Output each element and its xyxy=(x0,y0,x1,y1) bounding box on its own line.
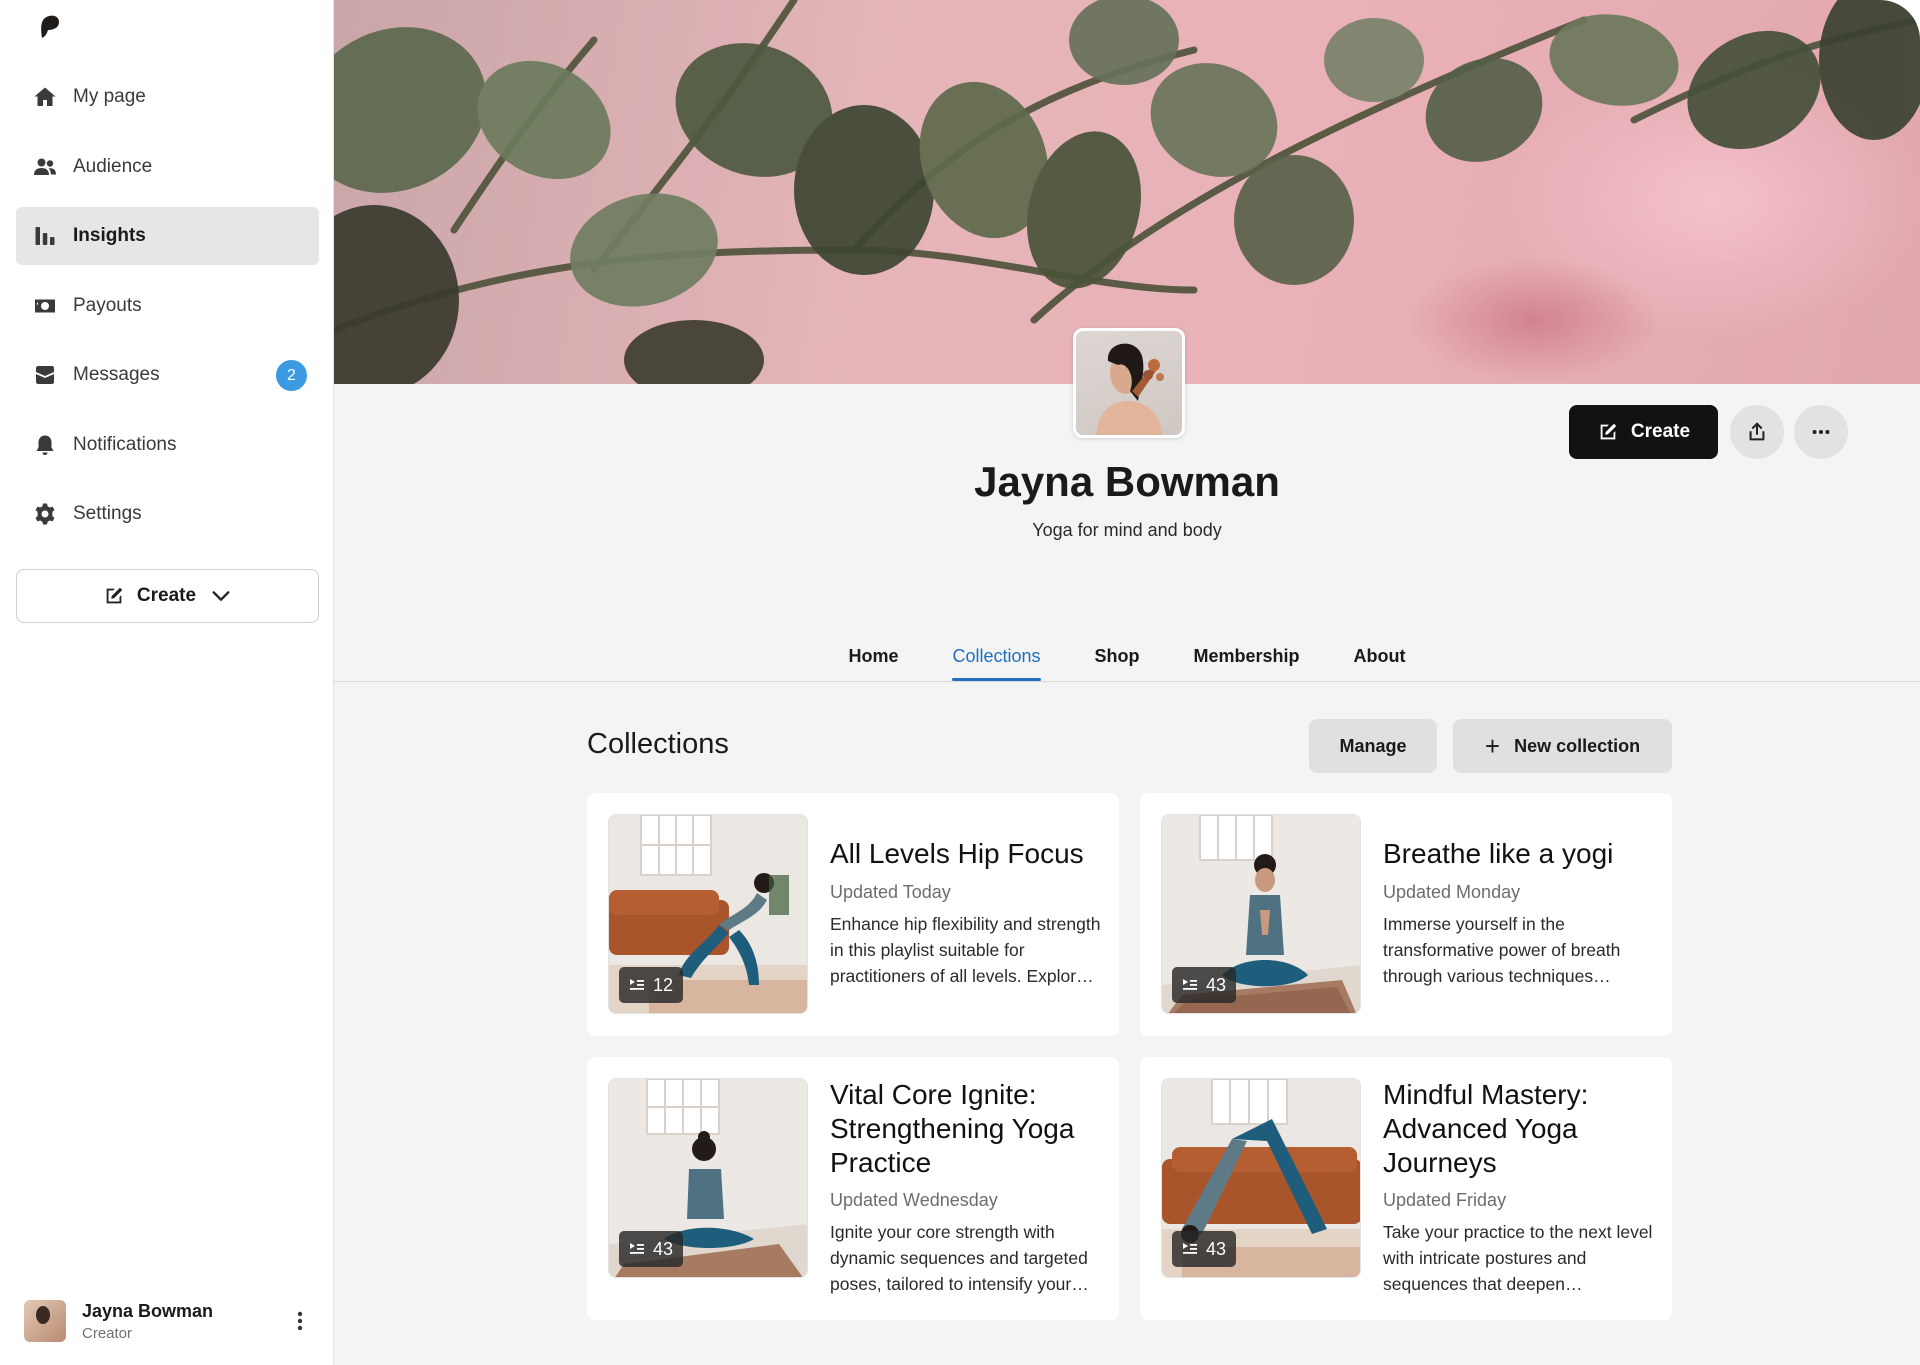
collection-description: Immerse yourself in the transformative p… xyxy=(1383,914,1621,986)
sidebar: My page Audience Insights Payouts Messag… xyxy=(0,0,334,1365)
playlist-icon xyxy=(630,979,644,990)
people-icon xyxy=(32,154,58,180)
collection-updated: Updated Today xyxy=(830,882,951,902)
create-post-button[interactable]: Create xyxy=(1569,405,1718,459)
edit-icon xyxy=(1600,423,1617,440)
edit-icon xyxy=(106,587,123,604)
user-name: Jayna Bowman xyxy=(82,1300,214,1321)
inbox-icon xyxy=(32,362,58,388)
main-content: Create Jayna Bowman Yoga for mind and bo… xyxy=(334,0,1920,1365)
collection-updated: Updated Friday xyxy=(1383,1190,1507,1210)
collection-description: Enhance hip flexibility and strength in … xyxy=(830,914,1101,986)
tab-membership[interactable]: Membership xyxy=(1194,630,1300,680)
collection-thumbnail: 43 xyxy=(1161,1078,1361,1278)
collection-updated: Updated Wednesday xyxy=(830,1190,998,1210)
collection-thumbnail: 43 xyxy=(608,1078,808,1278)
tab-shop[interactable]: Shop xyxy=(1095,630,1140,680)
sidebar-create-button[interactable]: Create xyxy=(16,569,319,623)
profile-tabs: Home Collections Shop Membership About xyxy=(334,630,1920,682)
collection-title: Vital Core Ignite: Strengthening Yoga Pr… xyxy=(830,1079,1075,1178)
sidebar-item-label: Notifications xyxy=(73,433,177,455)
sidebar-item-settings[interactable]: Settings xyxy=(16,485,319,543)
more-vertical-icon[interactable] xyxy=(286,1306,314,1336)
playlist-icon xyxy=(1183,979,1197,990)
sidebar-item-notifications[interactable]: Notifications xyxy=(16,416,319,474)
sidebar-item-label: Insights xyxy=(73,225,146,246)
item-count: 43 xyxy=(1206,1238,1227,1259)
sidebar-create-label: Create xyxy=(136,585,197,606)
home-icon xyxy=(32,84,58,110)
playlist-icon xyxy=(1183,1243,1197,1254)
sidebar-item-label: Messages xyxy=(73,364,160,385)
collection-title: Mindful Mastery: Advanced Yoga Journeys xyxy=(1383,1079,1589,1178)
share-icon xyxy=(1749,422,1765,441)
collection-card[interactable]: 12 All Levels Hip Focus Updated Today En… xyxy=(587,793,1119,1036)
item-count: 43 xyxy=(653,1238,674,1259)
more-options-button[interactable] xyxy=(1794,405,1848,459)
collection-card[interactable]: 43 Breathe like a yogi Updated Monday Im… xyxy=(1140,793,1672,1036)
sidebar-item-messages[interactable]: Messages 2 xyxy=(16,346,319,404)
sidebar-item-label: Audience xyxy=(73,155,153,177)
tab-home[interactable]: Home xyxy=(848,630,898,680)
collection-thumbnail: 12 xyxy=(608,814,808,1014)
sidebar-item-payouts[interactable]: Payouts xyxy=(16,277,319,335)
item-count-badge: 43 xyxy=(1172,967,1237,1003)
tab-collections[interactable]: Collections xyxy=(952,630,1041,681)
profile-avatar[interactable] xyxy=(1073,328,1185,438)
sidebar-item-label: Settings xyxy=(73,503,142,524)
account-switcher[interactable]: Jayna Bowman Creator xyxy=(24,1298,314,1344)
share-button[interactable] xyxy=(1730,405,1784,459)
manage-button[interactable]: Manage xyxy=(1309,719,1437,773)
bell-icon xyxy=(32,432,58,458)
tab-about[interactable]: About xyxy=(1354,630,1406,680)
item-count-badge: 43 xyxy=(1172,1231,1237,1267)
plus-icon: + xyxy=(1484,731,1501,761)
logo-icon[interactable] xyxy=(36,12,64,40)
collection-title: All Levels Hip Focus xyxy=(830,838,1084,869)
page-title: Jayna Bowman xyxy=(974,458,1280,505)
collection-title: Breathe like a yogi xyxy=(1383,838,1614,869)
bar-chart-icon xyxy=(32,223,58,249)
unread-badge: 2 xyxy=(276,360,307,391)
collection-updated: Updated Monday xyxy=(1383,882,1521,902)
playlist-icon xyxy=(630,1243,644,1254)
user-role: Creator xyxy=(82,1324,133,1342)
new-collection-button[interactable]: + New collection xyxy=(1453,719,1672,773)
collection-card[interactable]: 43 Mindful Mastery: Advanced Yoga Journe… xyxy=(1140,1057,1672,1320)
item-count: 43 xyxy=(1206,974,1227,995)
more-horizontal-icon xyxy=(1812,429,1830,435)
sidebar-item-insights[interactable]: Insights xyxy=(16,207,319,265)
profile-tagline: Yoga for mind and body xyxy=(1032,520,1222,540)
sidebar-item-my-page[interactable]: My page xyxy=(16,68,319,126)
collection-card[interactable]: 43 Vital Core Ignite: Strengthening Yoga… xyxy=(587,1057,1119,1320)
item-count-badge: 43 xyxy=(619,1231,684,1267)
avatar xyxy=(24,1300,66,1342)
item-count: 12 xyxy=(653,974,674,995)
cover-image xyxy=(334,0,1920,384)
app-window: My page Audience Insights Payouts Messag… xyxy=(0,0,1920,1365)
chevron-down-icon xyxy=(212,591,230,601)
sidebar-item-label: My page xyxy=(73,86,146,107)
create-post-label: Create xyxy=(1630,421,1691,442)
gear-icon xyxy=(32,501,58,527)
sidebar-item-audience[interactable]: Audience xyxy=(16,138,319,196)
item-count-badge: 12 xyxy=(619,967,684,1003)
section-title: Collections xyxy=(587,728,729,760)
sidebar-item-label: Payouts xyxy=(73,294,142,316)
collection-thumbnail: 43 xyxy=(1161,814,1361,1014)
new-collection-label: New collection xyxy=(1514,735,1641,756)
collection-description: Take your practice to the next level wit… xyxy=(1383,1222,1653,1294)
money-icon xyxy=(32,293,58,319)
collection-description: Ignite your core strength with dynamic s… xyxy=(830,1222,1088,1294)
sidebar-nav: My page Audience Insights Payouts Messag… xyxy=(16,68,319,555)
